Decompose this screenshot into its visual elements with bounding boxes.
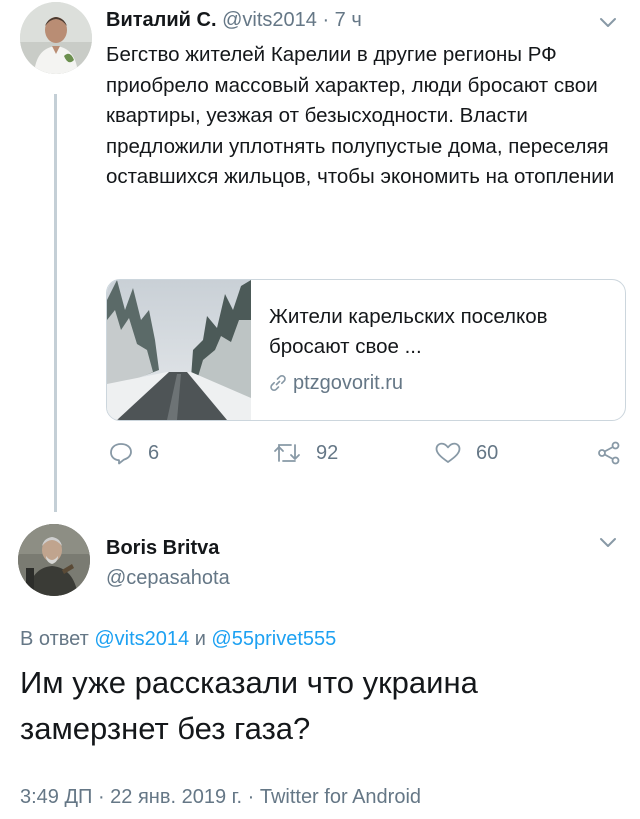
avatar-photo (18, 524, 90, 596)
mention-link[interactable]: @vits2014 (94, 628, 189, 650)
retweet-button[interactable]: 92 (272, 438, 338, 468)
link-card-domain: ptzgovorit.ru (293, 372, 404, 394)
author-name[interactable]: Boris Britva (106, 536, 219, 560)
avatar[interactable] (20, 2, 92, 74)
share-button[interactable] (596, 438, 636, 468)
link-icon (269, 373, 287, 399)
like-button[interactable]: 60 (434, 438, 498, 468)
tweet-time[interactable]: 7 ч (335, 9, 362, 31)
like-count: 60 (476, 441, 499, 464)
reply-text: Им уже рассказали что украина замерзнет … (20, 665, 478, 746)
tweet-menu-button[interactable] (596, 532, 620, 552)
tweet-timestamp[interactable]: 3:49 ДП · 22 янв. 2019 г. · Twitter for … (20, 784, 421, 810)
reply-icon (110, 443, 132, 465)
author-handle[interactable]: @cepasahota (106, 566, 230, 590)
retweet-icon (274, 444, 300, 462)
chevron-down-icon (600, 538, 616, 547)
share-icon (598, 441, 620, 465)
mention-link[interactable]: @55privet555 (211, 628, 336, 650)
author-handle[interactable]: @vits2014 (222, 9, 317, 31)
tweet-menu-button[interactable] (596, 12, 620, 32)
avatar[interactable] (18, 524, 90, 596)
tweet-text: Бегство жителей Карелии в другие регионы… (106, 43, 615, 188)
separator-dot: · (322, 9, 330, 31)
heart-icon (435, 442, 461, 463)
reply-conjunction: и (194, 628, 206, 650)
tweet-header: Виталий С. @vits2014 · 7 ч (106, 8, 362, 32)
reply-prefix: В ответ (20, 628, 89, 650)
link-card-image (107, 280, 251, 420)
reply-count: 6 (148, 441, 160, 464)
link-card-domain-row: ptzgovorit.ru (269, 370, 403, 399)
chevron-down-icon (600, 18, 616, 27)
retweet-count: 92 (316, 441, 339, 464)
thread-connector-line (54, 94, 57, 512)
avatar-photo (20, 2, 92, 74)
author-name[interactable]: Виталий С. (106, 9, 217, 31)
reply-button[interactable]: 6 (108, 438, 159, 468)
reply-context: В ответ @vits2014 и @55privet555 (20, 626, 336, 652)
link-card-title: Жители карельских поселков бросают свое … (269, 305, 548, 358)
link-card[interactable]: Жители карельских поселков бросают свое … (106, 279, 626, 421)
